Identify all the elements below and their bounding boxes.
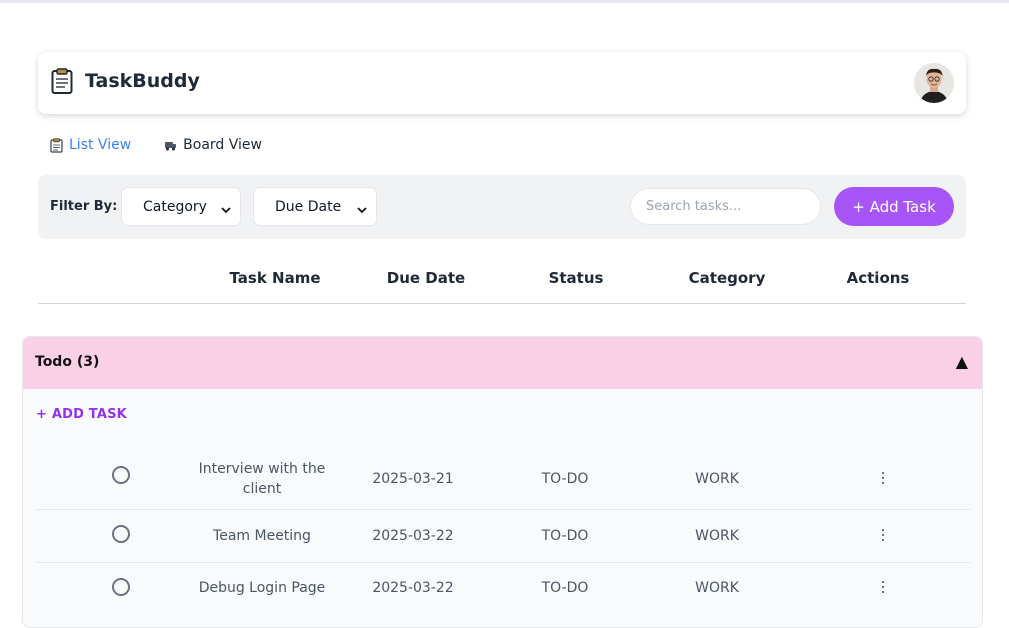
task-due-date: 2025-03-22 bbox=[372, 580, 454, 596]
task-status: TO-DO bbox=[541, 580, 589, 596]
group-header[interactable]: Todo (3) ▲ bbox=[23, 337, 982, 389]
task-category: WORK bbox=[695, 527, 739, 544]
tab-label: Board View bbox=[183, 137, 262, 153]
clipboard-icon bbox=[50, 138, 63, 153]
task-due-date: 2025-03-21 bbox=[372, 471, 454, 487]
task-due-date: 2025-03-22 bbox=[372, 527, 454, 544]
due-date-select-value: Due Date bbox=[275, 198, 342, 215]
task-name: Debug Login Page bbox=[198, 580, 326, 596]
task-checkbox[interactable] bbox=[112, 525, 130, 543]
group-title: Todo (3) bbox=[35, 354, 100, 370]
more-actions-icon[interactable] bbox=[881, 581, 885, 595]
column-header-status: Status bbox=[548, 269, 604, 287]
filter-label: Filter By: bbox=[50, 199, 118, 214]
task-category: WORK bbox=[695, 580, 739, 596]
task-group-todo: Todo (3) ▲ + ADD TASK Interview with the… bbox=[22, 336, 983, 628]
brand: TaskBuddy bbox=[51, 68, 200, 94]
truck-icon bbox=[164, 138, 177, 152]
app-header: TaskBuddy bbox=[38, 52, 966, 114]
column-header-actions: Actions bbox=[846, 269, 910, 287]
more-actions-icon[interactable] bbox=[881, 472, 885, 486]
due-date-select[interactable]: Due Date bbox=[253, 187, 377, 226]
add-task-button[interactable]: + Add Task bbox=[834, 187, 954, 226]
task-status: TO-DO bbox=[541, 471, 589, 487]
task-checkbox[interactable] bbox=[112, 578, 130, 596]
tab-list-view[interactable]: List View bbox=[50, 137, 131, 153]
task-status: TO-DO bbox=[541, 527, 589, 544]
column-header-task-name: Task Name bbox=[229, 269, 321, 287]
collapse-toggle-icon[interactable]: ▲ bbox=[956, 352, 968, 371]
app-title: TaskBuddy bbox=[85, 70, 200, 92]
task-category: WORK bbox=[695, 471, 739, 487]
tab-board-view[interactable]: Board View bbox=[164, 137, 262, 153]
chevron-down-icon bbox=[357, 202, 367, 214]
user-avatar[interactable] bbox=[914, 63, 954, 103]
tab-label: List View bbox=[69, 137, 132, 153]
table-row[interactable]: Interview with the client 2025-03-21 TO-… bbox=[36, 449, 970, 510]
column-header-category: Category bbox=[688, 269, 766, 287]
table-row[interactable]: Team Meeting 2025-03-22 TO-DO WORK bbox=[36, 509, 970, 563]
task-name: Interview with the client bbox=[198, 461, 326, 497]
inline-add-task-button[interactable]: + ADD TASK bbox=[36, 407, 127, 422]
filter-bar: Filter By: Category Due Date + Add Task bbox=[38, 175, 966, 239]
task-name: Team Meeting bbox=[213, 527, 311, 544]
table-header: Task Name Due Date Status Category Actio… bbox=[38, 262, 966, 304]
category-select-value: Category bbox=[143, 198, 207, 215]
column-header-due-date: Due Date bbox=[386, 269, 466, 287]
more-actions-icon[interactable] bbox=[881, 528, 885, 543]
window-top-edge bbox=[0, 0, 1009, 3]
chevron-down-icon bbox=[221, 202, 231, 214]
view-tabs: List View Board View bbox=[50, 137, 262, 153]
search-input[interactable] bbox=[630, 188, 821, 225]
table-row[interactable]: Debug Login Page 2025-03-22 TO-DO WORK bbox=[36, 562, 970, 622]
clipboard-icon bbox=[51, 68, 73, 94]
task-checkbox[interactable] bbox=[112, 466, 130, 484]
category-select[interactable]: Category bbox=[121, 187, 241, 226]
